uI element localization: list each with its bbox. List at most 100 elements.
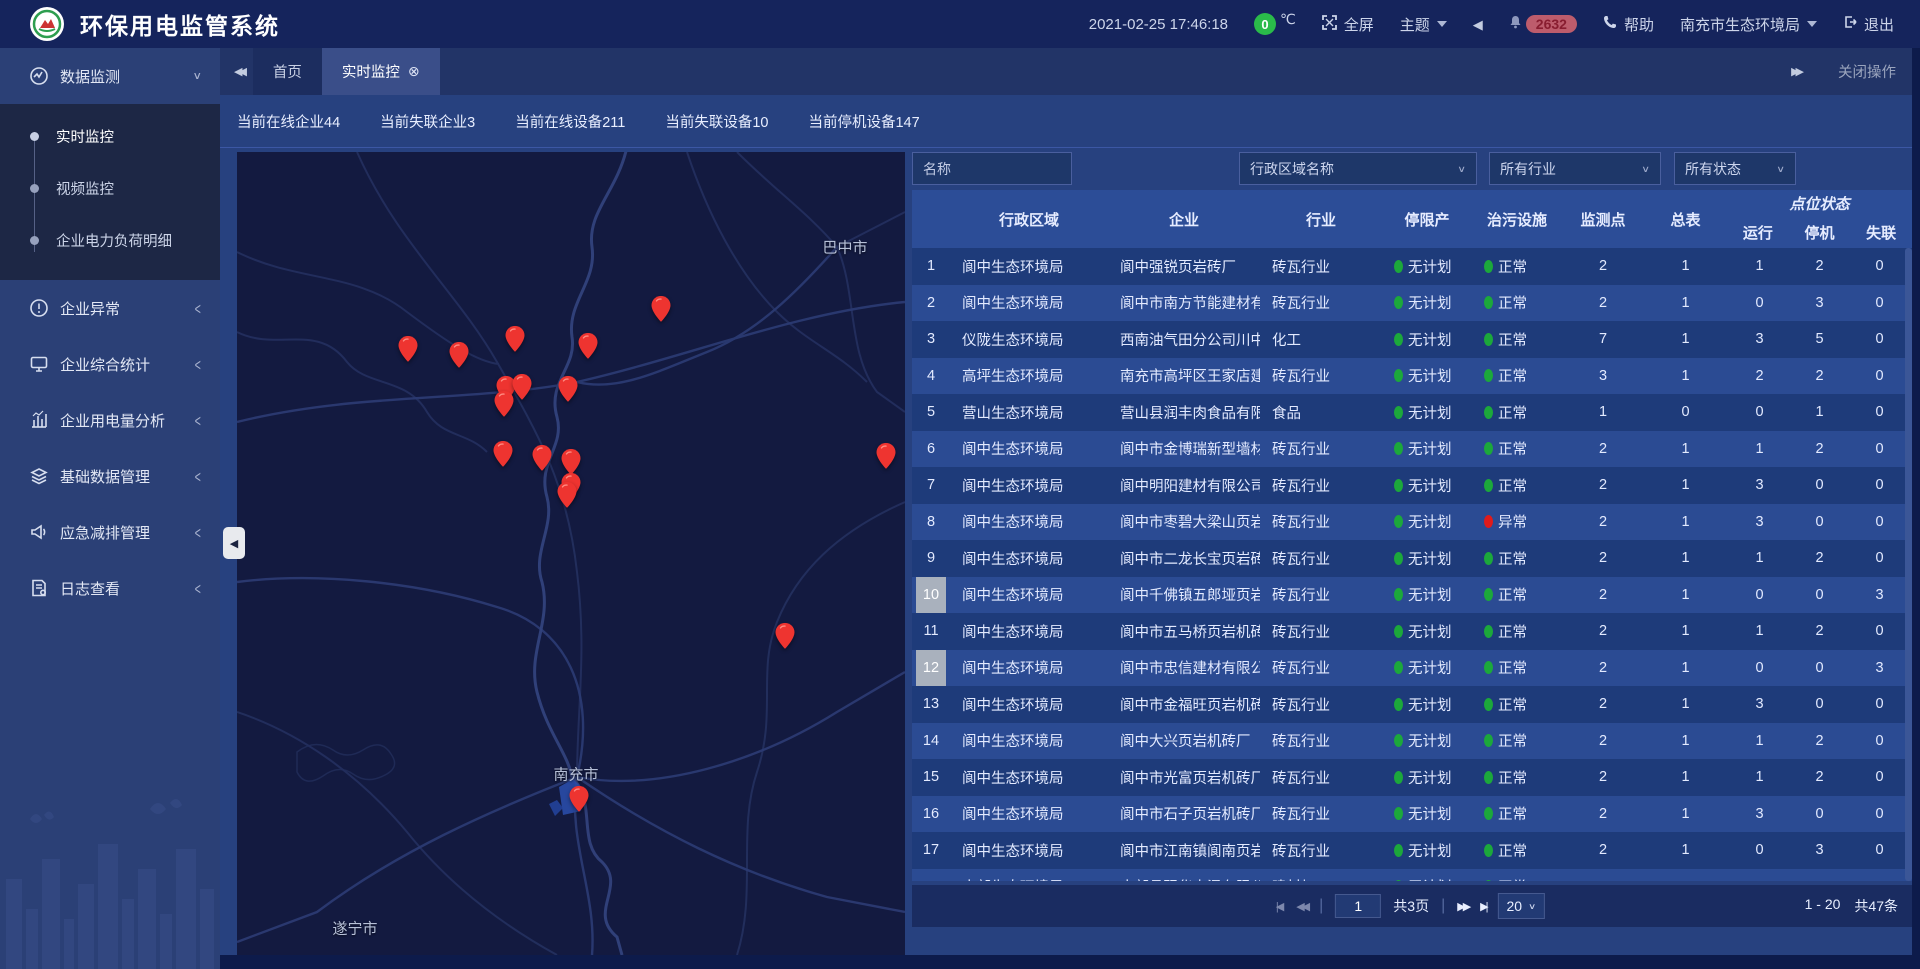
pagination-summary: 1 - 20 共47条 — [1805, 896, 1898, 916]
row-index: 12 — [912, 650, 950, 687]
table-row[interactable]: 5营山生态环境局营山县润丰肉食品有限食品无计划正常10010 — [912, 394, 1912, 431]
cell-offline: 0 — [1847, 248, 1912, 285]
sidebar-item-company-statistics[interactable]: 企业综合统计< — [0, 336, 220, 392]
map-pin-icon[interactable] — [533, 445, 552, 471]
sidebar-item-emergency-reduction[interactable]: 应急减排管理< — [0, 504, 220, 560]
map-pin-icon[interactable] — [562, 449, 581, 475]
table-row[interactable]: 18南部生态环境局南部县砚华土混有限公建材加工无计划正常60060 — [912, 869, 1912, 882]
cell-pollution-facility: 正常 — [1472, 723, 1562, 760]
page-prev-icon[interactable]: ◀◀ — [1296, 900, 1307, 913]
close-operations-button[interactable]: 关闭操作 — [1838, 61, 1896, 82]
cell-monitor-points: 1 — [1562, 394, 1644, 431]
sidebar-item-data-monitor[interactable]: 数据监测∨ — [0, 48, 220, 104]
cell-stopped: 2 — [1792, 759, 1847, 796]
table-row[interactable]: 7阆中生态环境局阆中明阳建材有限公司砖瓦行业无计划正常21300 — [912, 467, 1912, 504]
map-pin-icon[interactable] — [652, 296, 671, 322]
map-city-label: 遂宁市 — [332, 918, 377, 939]
tabs-scroll-left-icon[interactable]: ◀◀ — [220, 48, 253, 95]
tab-home[interactable]: 首页 — [253, 48, 322, 95]
page-first-icon[interactable]: ▶| — [1279, 900, 1284, 913]
sidebar-subitem-label: 视频监控 — [56, 178, 114, 199]
table-row[interactable]: 14阆中生态环境局阆中大兴页岩机砖厂砖瓦行业无计划正常21120 — [912, 723, 1912, 760]
column-group-label: 点位状态 — [1727, 190, 1912, 216]
sidebar-item-base-data[interactable]: 基础数据管理< — [0, 448, 220, 504]
sidebar-subitem-realtime-monitor[interactable]: 实时监控 — [0, 110, 220, 162]
status-select[interactable]: 所有状态 ∨ — [1674, 152, 1796, 185]
sidebar-item-power-analysis[interactable]: 企业用电量分析< — [0, 392, 220, 448]
table-row[interactable]: 9阆中生态环境局阆中市二龙长宝页岩砖砖瓦行业无计划正常21120 — [912, 540, 1912, 577]
table-row[interactable]: 8阆中生态环境局阆中市枣碧大梁山页岩砖瓦行业无计划异常21300 — [912, 504, 1912, 541]
page-last-icon[interactable]: ▶| — [1480, 900, 1485, 913]
row-index: 11 — [912, 613, 950, 650]
table-row[interactable]: 13阆中生态环境局阆中市金福旺页岩机砖砖瓦行业无计划正常21300 — [912, 686, 1912, 723]
map-pin-icon[interactable] — [450, 342, 469, 368]
sidebar-subitem-power-load-detail[interactable]: 企业电力负荷明细 — [0, 214, 220, 266]
table-row[interactable]: 3仪陇生态环境局西南油气田分公司川中化工无计划正常71350 — [912, 321, 1912, 358]
map-pin-icon[interactable] — [559, 376, 578, 402]
cell-running: 1 — [1727, 723, 1792, 760]
map-collapse-button[interactable]: ◀ — [223, 527, 245, 559]
table-row[interactable]: 1阆中生态环境局阆中强锐页岩砖厂砖瓦行业无计划正常21120 — [912, 248, 1912, 285]
emergency-reduction-icon — [28, 521, 50, 543]
table-row[interactable]: 10阆中生态环境局阆中千佛镇五郎垭页岩砖瓦行业无计划正常21003 — [912, 577, 1912, 614]
help-button[interactable]: 帮助 — [1603, 14, 1654, 35]
column-header: 行政区域 — [950, 190, 1108, 248]
speaker-icon[interactable]: ◀ — [1473, 18, 1483, 31]
map-pin-icon[interactable] — [877, 443, 896, 469]
cell-production-limit: 无计划 — [1382, 394, 1472, 431]
map-pin-icon[interactable] — [506, 326, 525, 352]
table-row[interactable]: 12阆中生态环境局阆中市忠信建材有限公砖瓦行业无计划正常21003 — [912, 650, 1912, 687]
theme-button[interactable]: 主题 — [1400, 14, 1447, 35]
table-row[interactable]: 6阆中生态环境局阆中市金博瑞新型墙材砖瓦行业无计划正常21120 — [912, 431, 1912, 468]
map-pin-icon[interactable] — [494, 441, 513, 467]
region-select[interactable]: 行政区域名称 ∨ — [1239, 152, 1477, 185]
table-row[interactable]: 17阆中生态环境局阆中市江南镇阆南页岩砖瓦行业无计划正常21030 — [912, 832, 1912, 869]
chevron-left-icon: < — [195, 410, 201, 430]
total-records-label: 共47条 — [1854, 896, 1898, 916]
org-menu[interactable]: 南充市生态环境局 — [1680, 14, 1817, 35]
page-number-input[interactable] — [1335, 894, 1381, 918]
cell-pollution-facility: 正常 — [1472, 686, 1562, 723]
column-header: 监测点 — [1562, 190, 1644, 248]
cell-company: 阆中市二龙长宝页岩砖 — [1108, 540, 1260, 577]
tab-close-icon[interactable]: ⊗ — [408, 63, 420, 80]
map-pin-icon[interactable] — [495, 391, 514, 417]
status-dot-icon — [1394, 844, 1403, 857]
map-pin-icon[interactable] — [570, 786, 589, 812]
page-next-icon[interactable]: ▶▶ — [1457, 900, 1468, 913]
stat-label: 当前在线企业 — [237, 115, 324, 131]
notification-bell[interactable]: 2632 — [1509, 15, 1577, 33]
table-row[interactable]: 11阆中生态环境局阆中市五马桥页岩机砖砖瓦行业无计划正常21120 — [912, 613, 1912, 650]
map-pin-icon[interactable] — [558, 482, 577, 508]
industry-select[interactable]: 所有行业 ∨ — [1489, 152, 1661, 185]
cell-company: 阆中市金福旺页岩机砖 — [1108, 686, 1260, 723]
sidebar-item-company-abnormal[interactable]: 企业异常< — [0, 280, 220, 336]
page-size-select[interactable]: 20 ∨ — [1497, 893, 1545, 919]
map[interactable]: 巴中市南充市遂宁市 ◀ — [237, 152, 905, 955]
company-abnormal-icon — [28, 297, 50, 319]
map-pin-icon[interactable] — [579, 333, 598, 359]
map-pin-icon[interactable] — [776, 623, 795, 649]
row-index: 14 — [912, 723, 950, 760]
map-pin-icon[interactable] — [513, 374, 532, 400]
sidebar-item-log-view[interactable]: 日志查看< — [0, 560, 220, 616]
table-row[interactable]: 4高坪生态环境局南充市高坪区王家店建砖瓦行业无计划正常31220 — [912, 358, 1912, 395]
stat-label: 当前在线设备 — [515, 115, 602, 131]
table-row[interactable]: 15阆中生态环境局阆中市光富页岩机砖厂砖瓦行业无计划正常21120 — [912, 759, 1912, 796]
table-row[interactable]: 16阆中生态环境局阆中市石子页岩机砖厂砖瓦行业无计划正常21300 — [912, 796, 1912, 833]
cell-production-limit: 无计划 — [1382, 723, 1472, 760]
main-area: ◀◀ 首页 实时监控 ⊗ ▶▶ 关闭操作 当前在线企业44当前失联企业3当前在线… — [220, 48, 1920, 969]
map-pin-icon[interactable] — [399, 336, 418, 362]
cell-offline: 3 — [1847, 650, 1912, 687]
table-row[interactable]: 2阆中生态环境局阆中市南方节能建材有砖瓦行业无计划正常21030 — [912, 285, 1912, 322]
logout-button[interactable]: 退出 — [1843, 14, 1894, 35]
fullscreen-button[interactable]: 全屏 — [1322, 14, 1374, 35]
sidebar-item-label: 企业综合统计 — [60, 354, 150, 375]
tab-realtime-monitor[interactable]: 实时监控 ⊗ — [322, 48, 440, 95]
sidebar-subitem-video-monitor[interactable]: 视频监控 — [0, 162, 220, 214]
tabs-scroll-right-icon[interactable]: ▶▶ — [1791, 65, 1800, 78]
table-scrollbar[interactable] — [1905, 248, 1912, 881]
map-city-label: 巴中市 — [822, 237, 867, 258]
name-search-input[interactable] — [912, 152, 1072, 185]
column-header: 企业 — [1108, 190, 1260, 248]
